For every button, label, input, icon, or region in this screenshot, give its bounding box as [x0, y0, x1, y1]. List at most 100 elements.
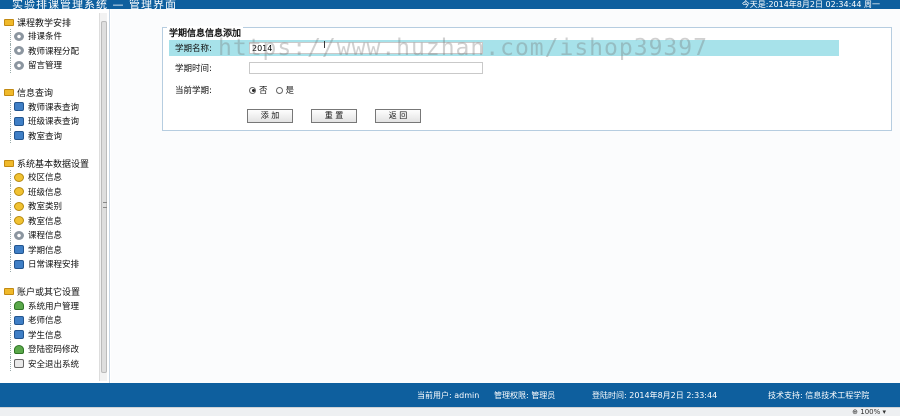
sidebar-item-course[interactable]: 课程信息 — [4, 228, 96, 243]
gear-icon — [14, 31, 24, 41]
nav-group-query: 信息查询 教师课表查询 班级课表查询 教室查询 — [4, 86, 96, 144]
radio-yes-label: 是 — [285, 86, 295, 96]
sidebar-item-label: 系统用户管理 — [28, 301, 80, 312]
radio-checked-icon[interactable] — [249, 86, 256, 94]
nav-group-basic-data: 系统基本数据设置 校区信息 班级信息 教室类别 教室信息 课程信息 学期信息 日… — [4, 156, 96, 272]
nav-group-label: 课程教学安排 — [17, 18, 72, 29]
nav-group-header[interactable]: 账户或其它设置 — [4, 285, 96, 299]
star-icon — [14, 172, 24, 182]
footer-current-user: 当前用户: admin — [417, 391, 480, 400]
sidebar: 课程教学安排 排课条件 教师课程分配 留言管理 信息查询 教师课表查询 班级课表… — [0, 9, 110, 383]
sidebar-item-label: 老师信息 — [28, 316, 63, 327]
sidebar-item-logout[interactable]: 安全退出系统 — [4, 356, 96, 372]
star-icon — [14, 201, 24, 211]
sidebar-item-label: 教室信息 — [28, 216, 63, 227]
radio-unchecked-icon[interactable] — [275, 86, 283, 94]
sidebar-item-label: 班级课表查询 — [28, 117, 80, 128]
sidebar-item-label: 教室查询 — [28, 131, 63, 142]
sidebar-item-class-timetable[interactable]: 班级课表查询 — [4, 114, 96, 129]
nav-group-account: 账户或其它设置 系统用户管理 老师信息 学生信息 登陆密码修改 安全退出系统 — [4, 285, 96, 372]
sidebar-item-term[interactable]: 学期信息 — [4, 242, 96, 258]
sidebar-item-change-password[interactable]: 登陆密码修改 — [4, 342, 96, 357]
sidebar-item-classroom[interactable]: 教室信息 — [4, 213, 96, 229]
radio-no-label: 否 — [259, 86, 268, 96]
zoom-control[interactable]: ⊕ 100% ▾ — [852, 408, 886, 416]
sidebar-item-label: 教师课程分配 — [28, 46, 80, 57]
footer-login-time: 登陆时间: 2014年8月2日 2:33:44 — [592, 391, 718, 400]
sidebar-item-label: 安全退出系统 — [28, 359, 80, 370]
gear-icon — [14, 60, 24, 70]
document-icon — [14, 116, 24, 126]
sidebar-item-teacher-course[interactable]: 教师课程分配 — [4, 43, 96, 59]
nav-group-header[interactable]: 系统基本数据设置 — [4, 156, 96, 170]
footer-bar: 当前用户: admin 管理权限: 管理员 登陆时间: 2014年8月2日 2:… — [0, 383, 900, 407]
sidebar-item-label: 教师课表查询 — [28, 102, 80, 113]
gear-icon — [14, 46, 24, 56]
document-icon — [14, 131, 24, 141]
reset-button[interactable]: 重 置 — [311, 109, 357, 123]
scrollbar-thumb[interactable] — [101, 21, 107, 373]
sidebar-item-system-users[interactable]: 系统用户管理 — [4, 298, 96, 314]
footer-support: 技术支持: 信息技术工程学院 — [768, 391, 870, 400]
folder-icon — [4, 18, 14, 26]
folder-icon — [4, 89, 14, 96]
sidebar-item-label: 班级信息 — [28, 187, 63, 198]
sidebar-item-schedule-conditions[interactable]: 排课条件 — [4, 29, 96, 44]
nav-group-label: 账户或其它设置 — [17, 288, 81, 298]
sidebar-item-campus[interactable]: 校区信息 — [4, 170, 96, 185]
watermark-text: https://www.huzhan.com/ishop39397 — [218, 35, 708, 61]
gear-icon — [14, 230, 24, 240]
form-buttons: 添 加 重 置 返 回 — [247, 109, 421, 123]
nav-group-header[interactable]: 课程教学安排 — [4, 15, 96, 29]
current-datetime: 今天是:2014年8月2日 02:34:44 周一 — [741, 0, 880, 9]
document-icon — [14, 102, 24, 112]
document-icon — [14, 259, 24, 269]
sidebar-item-classroom-query[interactable]: 教室查询 — [4, 128, 96, 144]
add-button[interactable]: 添 加 — [247, 109, 293, 123]
sidebar-item-label: 学生信息 — [28, 330, 63, 341]
users-icon — [14, 301, 24, 311]
grip-icon — [103, 202, 107, 208]
document-icon — [14, 315, 24, 325]
user-icon — [14, 344, 24, 354]
radio-option-yes[interactable]: 是 — [275, 84, 295, 96]
nav-group-teaching: 课程教学安排 排课条件 教师课程分配 留言管理 — [4, 15, 96, 73]
term-time-input[interactable] — [249, 62, 483, 74]
star-icon — [14, 216, 24, 226]
sidebar-item-daily-schedule[interactable]: 日常课程安排 — [4, 257, 96, 272]
browser-status-bar: ⊕ 100% ▾ — [0, 407, 900, 416]
nav-tree: 课程教学安排 排课条件 教师课程分配 留言管理 信息查询 教师课表查询 班级课表… — [4, 15, 96, 384]
sidebar-item-classroom-type[interactable]: 教室类别 — [4, 199, 96, 214]
sidebar-item-class[interactable]: 班级信息 — [4, 184, 96, 200]
sidebar-item-teacher-timetable[interactable]: 教师课表查询 — [4, 99, 96, 115]
sidebar-item-label: 留言管理 — [28, 61, 63, 72]
document-icon — [14, 330, 24, 340]
footer-permission: 管理权限: 管理员 — [494, 391, 556, 400]
nav-group-label: 系统基本数据设置 — [17, 159, 90, 170]
star-icon — [14, 187, 24, 197]
sidebar-item-label: 登陆密码修改 — [28, 345, 80, 356]
sidebar-item-label: 教室类别 — [28, 202, 63, 213]
current-term-label: 当前学期: — [175, 86, 212, 96]
sidebar-item-label: 排课条件 — [28, 32, 63, 43]
document-icon — [14, 245, 24, 255]
main-content: 学期信息信息添加 学期名称: I 学期时间: 当前学期: 否 是 添 加 重 置… — [111, 9, 900, 383]
sidebar-item-label: 课程信息 — [28, 231, 63, 242]
app-title: 实验排课管理系统 — 管理界面 — [12, 0, 177, 9]
sidebar-item-teacher-info[interactable]: 老师信息 — [4, 313, 96, 328]
sidebar-item-student-info[interactable]: 学生信息 — [4, 327, 96, 343]
exit-icon — [14, 359, 24, 369]
sidebar-item-label: 日常课程安排 — [28, 260, 80, 271]
folder-icon — [4, 288, 14, 295]
folder-icon — [4, 159, 14, 167]
back-button[interactable]: 返 回 — [375, 109, 421, 123]
sidebar-scrollbar[interactable] — [99, 13, 107, 381]
term-time-label: 学期时间: — [175, 64, 212, 74]
nav-group-header[interactable]: 信息查询 — [4, 86, 96, 100]
top-header: 实验排课管理系统 — 管理界面 今天是:2014年8月2日 02:34:44 周… — [0, 0, 900, 9]
radio-option-no[interactable]: 否 — [249, 84, 268, 96]
sidebar-item-messages[interactable]: 留言管理 — [4, 58, 96, 73]
term-time-row: 学期时间: — [169, 60, 483, 76]
nav-group-label: 信息查询 — [17, 89, 54, 99]
sidebar-item-label: 校区信息 — [28, 173, 63, 184]
